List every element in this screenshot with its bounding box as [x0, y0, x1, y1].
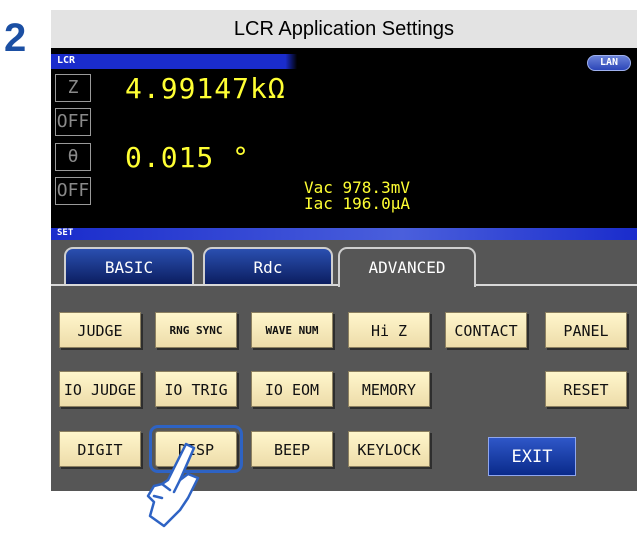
- set-bar: SET: [51, 228, 637, 240]
- reset-button[interactable]: RESET: [545, 371, 627, 407]
- lcr-header-bar: LCR LAN: [51, 54, 637, 71]
- io-trig-button[interactable]: IO TRIG: [155, 371, 237, 407]
- exit-button[interactable]: EXIT: [488, 437, 576, 476]
- param-z-box[interactable]: Z: [55, 74, 91, 102]
- tab-basic[interactable]: BASIC: [64, 247, 194, 285]
- tab-advanced[interactable]: ADVANCED: [338, 247, 476, 287]
- mode-label: LCR: [57, 55, 76, 66]
- rng-sync-button[interactable]: RNG SYNC: [155, 312, 237, 348]
- digit-button[interactable]: DIGIT: [59, 431, 141, 467]
- hi-z-button[interactable]: Hi Z: [348, 312, 430, 348]
- z-measurement-value: 4.99147kΩ: [125, 72, 286, 105]
- pointing-hand-icon: [146, 442, 200, 528]
- judge-button[interactable]: JUDGE: [59, 312, 141, 348]
- step-number: 2: [4, 16, 27, 60]
- device-screen: LCR LAN Z 4.99147kΩ OFF θ 0.015 ° OFF Va…: [51, 48, 637, 491]
- panel-button[interactable]: PANEL: [545, 312, 627, 348]
- set-label: SET: [57, 228, 74, 238]
- tab-rdc[interactable]: Rdc: [203, 247, 333, 285]
- beep-button[interactable]: BEEP: [251, 431, 333, 467]
- param-theta-box[interactable]: θ: [55, 143, 91, 171]
- iac-monitor: Iac 196.0μA: [304, 194, 410, 213]
- window-title: LCR Application Settings: [51, 10, 637, 49]
- param-off-box-2[interactable]: OFF: [55, 177, 91, 205]
- memory-button[interactable]: MEMORY: [348, 371, 430, 407]
- wave-num-button[interactable]: WAVE NUM: [251, 312, 333, 348]
- io-eom-button[interactable]: IO EOM: [251, 371, 333, 407]
- lan-badge: LAN: [587, 55, 631, 71]
- param-off-box-1[interactable]: OFF: [55, 108, 91, 136]
- contact-button[interactable]: CONTACT: [445, 312, 527, 348]
- io-judge-button[interactable]: IO JUDGE: [59, 371, 141, 407]
- theta-measurement-value: 0.015 °: [125, 141, 251, 174]
- keylock-button[interactable]: KEYLOCK: [348, 431, 430, 467]
